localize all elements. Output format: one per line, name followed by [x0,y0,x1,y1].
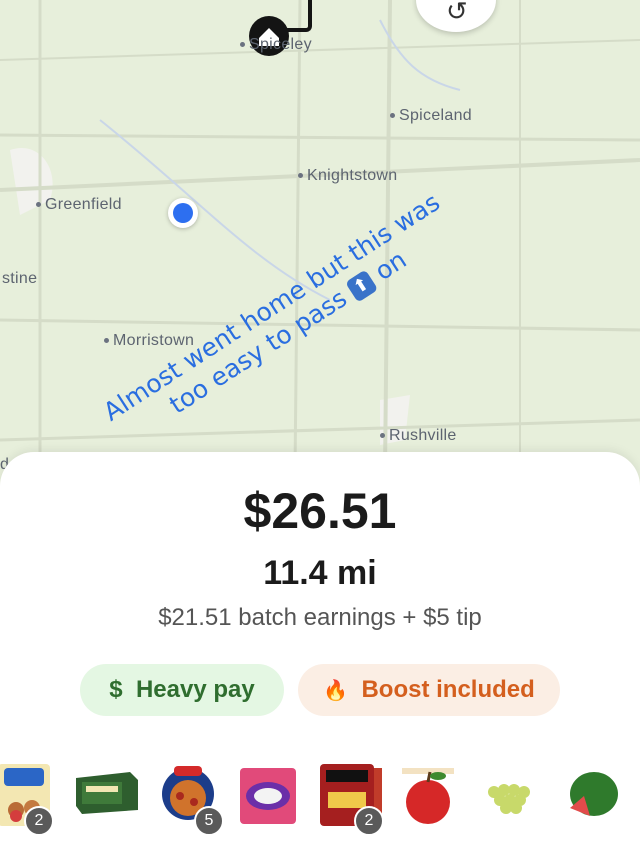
place-label: stine [2,270,38,287]
apple-image [402,768,454,824]
place-west-edge: stine [2,270,37,288]
flame-icon: 🔥 [323,680,349,702]
watermelon-image [570,772,618,816]
place-label: Spiceley [249,36,312,53]
earnings-breakdown: $21.51 batch earnings + $5 tip [158,604,482,631]
place-label: Greenfield [45,196,122,213]
place-top-town: Spiceley [240,36,312,54]
offer-price: $26.51 [243,483,397,539]
item-watermelon[interactable] [558,758,628,828]
item-green-tea[interactable] [72,758,142,828]
offer-distance: 11.4 mi [263,554,377,592]
boost-badge: 🔥 Boost included [298,664,560,716]
green-tea-image [76,772,138,814]
nerds-image [240,768,296,824]
badge-label: Boost included [361,676,535,703]
place-knightstown: Knightstown [298,167,397,185]
item-grapes[interactable] [478,758,548,828]
item-quantity: 5 [194,806,224,836]
place-label: Rushville [389,427,457,444]
item-on-the-border[interactable]: 2 [318,758,388,836]
recenter-icon: ↺ [446,0,468,26]
place-rushville: Rushville [380,427,457,445]
grapes-image [488,784,530,814]
offer-sheet[interactable]: $26.51 11.4 mi $21.51 batch earnings + $… [0,452,640,853]
item-carousel[interactable]: 2 5 2 [0,758,640,838]
map-view[interactable]: ↺ Spiceley Spiceland Knightstown Greenfi… [0,0,640,470]
map-roads [0,0,640,470]
dollar-icon: $ [109,676,123,703]
item-quantity: 2 [354,806,384,836]
place-label: Knightstown [307,167,398,184]
place-label: Spiceland [399,107,472,124]
item-nerds[interactable] [238,758,308,828]
item-jacks-pizza[interactable]: 5 [160,758,230,836]
item-little-bites[interactable]: 2 [0,758,64,836]
current-location-dot [168,198,198,228]
heavy-pay-badge: $ Heavy pay [80,664,284,716]
item-apple[interactable] [398,758,468,828]
item-quantity: 2 [24,806,54,836]
badge-label: Heavy pay [135,676,255,703]
place-spiceland: Spiceland [390,107,472,125]
place-greenfield: Greenfield [36,196,122,214]
